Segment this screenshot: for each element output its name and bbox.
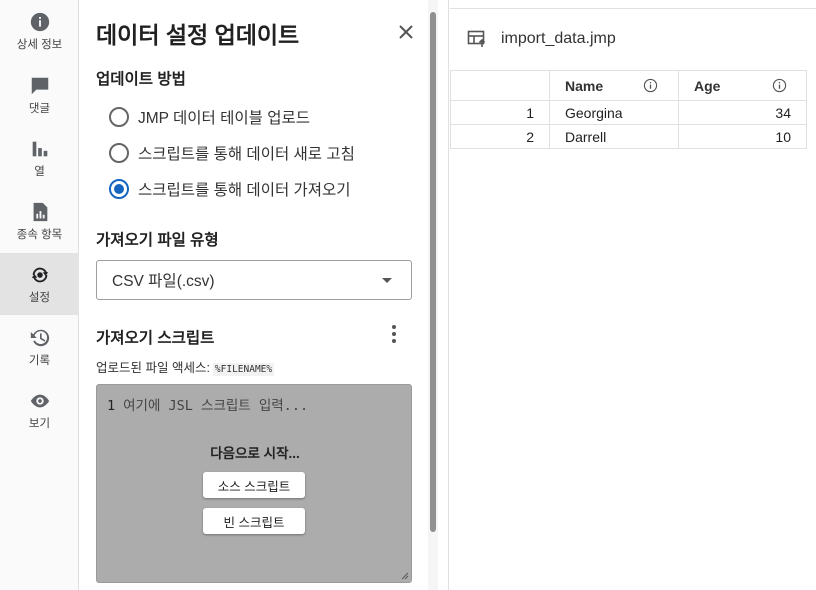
- nav-item-label: 종속 항목: [16, 228, 63, 241]
- data-table-preview: import_data.jmp Name Age 1 Georgina 34 2…: [450, 8, 816, 590]
- columns-chart-icon: [32, 141, 47, 156]
- radio-refresh-via-script[interactable]: 스크립트를 통해 데이터 새로 고침: [109, 141, 355, 165]
- info-icon: [30, 12, 49, 31]
- panel-title: 데이터 설정 업데이트: [96, 22, 300, 48]
- data-grid: Name Age 1 Georgina 34 2 Darrell 10: [450, 70, 807, 149]
- blank-script-button[interactable]: 빈 스크립트: [203, 508, 305, 534]
- divider: [448, 0, 449, 590]
- cell-name[interactable]: Darrell: [549, 124, 679, 149]
- resize-grip-icon[interactable]: [401, 572, 409, 580]
- cell-name[interactable]: Georgina: [549, 100, 679, 125]
- nav-item-comments[interactable]: 댓글: [0, 64, 79, 126]
- source-script-button[interactable]: 소스 스크립트: [203, 472, 305, 498]
- table-row[interactable]: 2 Darrell 10: [450, 124, 807, 149]
- kebab-dot: [392, 339, 396, 344]
- import-script-heading: 가져오기 스크립트: [96, 330, 215, 347]
- radio-label: 스크립트를 통해 데이터 새로 고침: [138, 146, 355, 163]
- file-access-hint: 업로드된 파일 액세스: %FILENAME%: [96, 357, 275, 376]
- header-row: Name Age: [450, 70, 807, 101]
- editor-line-1: 1 여기에 JSL 스크립트 입력...: [107, 394, 308, 414]
- nav-rail: 상세 정보 댓글 열 종속 항목 설정 기록 보기: [0, 0, 79, 590]
- file-type-value: CSV 파일(.csv): [112, 273, 215, 290]
- nav-item-view[interactable]: 보기: [0, 379, 79, 441]
- filename-token: %FILENAME%: [212, 363, 275, 376]
- nav-item-dependencies[interactable]: 종속 항목: [0, 190, 79, 252]
- nav-item-label: 열: [34, 165, 45, 178]
- radio-button-checked[interactable]: [109, 179, 129, 199]
- radio-button[interactable]: [109, 143, 129, 163]
- nav-item-history[interactable]: 기록: [0, 316, 79, 378]
- file-type-heading: 가져오기 파일 유형: [96, 232, 219, 249]
- more-options-button[interactable]: [386, 323, 402, 345]
- column-header-age[interactable]: Age: [678, 70, 807, 101]
- nav-item-label: 댓글: [28, 102, 51, 115]
- radio-label: 스크립트를 통해 데이터 가져오기: [138, 182, 351, 199]
- row-number: 1: [450, 100, 550, 125]
- table-row[interactable]: 1 Georgina 34: [450, 100, 807, 125]
- cell-age[interactable]: 10: [678, 124, 807, 149]
- data-table-icon: [467, 30, 486, 47]
- nav-item-label: 기록: [28, 354, 51, 367]
- eye-icon: [30, 394, 49, 407]
- start-with-label: 다음으로 시작...: [210, 446, 300, 461]
- nav-item-settings[interactable]: 설정: [0, 253, 79, 315]
- radio-label: JMP 데이터 테이블 업로드: [138, 110, 310, 127]
- radio-button[interactable]: [109, 107, 129, 127]
- settings-sync-icon: [31, 267, 48, 282]
- nav-item-label: 보기: [28, 417, 51, 430]
- kebab-dot: [392, 324, 396, 329]
- app-root: 상세 정보 댓글 열 종속 항목 설정 기록 보기 데이터 설정 업데이트 업데…: [0, 0, 816, 590]
- panel-scrollbar[interactable]: [428, 0, 438, 590]
- history-icon: [30, 329, 49, 346]
- nav-item-label: 상세 정보: [16, 38, 63, 51]
- script-editor[interactable]: 1 여기에 JSL 스크립트 입력... 다음으로 시작... 소스 스크립트 빈…: [96, 384, 412, 583]
- update-settings-panel: 데이터 설정 업데이트 업데이트 방법 JMP 데이터 테이블 업로드 스크립트…: [80, 0, 428, 590]
- kebab-dot: [392, 331, 396, 336]
- file-type-select[interactable]: CSV 파일(.csv): [96, 260, 412, 300]
- dropdown-caret-icon: [382, 278, 392, 283]
- radio-dot: [114, 184, 124, 194]
- column-info-icon[interactable]: [643, 78, 658, 93]
- row-number-header: [450, 70, 550, 101]
- nav-item-label: 설정: [28, 291, 51, 304]
- column-header-label: Name: [565, 77, 604, 94]
- scrollbar-thumb[interactable]: [430, 12, 436, 532]
- column-header-name[interactable]: Name: [549, 70, 679, 101]
- close-button[interactable]: [394, 20, 418, 44]
- column-header-label: Age: [694, 77, 721, 94]
- dependencies-icon: [33, 202, 47, 221]
- radio-upload-jmp-table[interactable]: JMP 데이터 테이블 업로드: [109, 105, 310, 129]
- table-title: import_data.jmp: [501, 30, 616, 47]
- line-number: 1: [107, 398, 116, 414]
- column-info-icon[interactable]: [772, 78, 787, 93]
- close-icon: [399, 25, 413, 39]
- nav-item-details[interactable]: 상세 정보: [0, 0, 79, 62]
- row-number: 2: [450, 124, 550, 149]
- nav-item-columns[interactable]: 열: [0, 127, 79, 189]
- comment-icon: [31, 77, 48, 94]
- radio-import-via-script[interactable]: 스크립트를 통해 데이터 가져오기: [109, 177, 351, 201]
- cell-age[interactable]: 34: [678, 100, 807, 125]
- update-method-heading: 업데이트 방법: [96, 71, 186, 88]
- file-access-label: 업로드된 파일 액세스:: [96, 361, 210, 375]
- editor-placeholder: 여기에 JSL 스크립트 입력...: [123, 398, 309, 414]
